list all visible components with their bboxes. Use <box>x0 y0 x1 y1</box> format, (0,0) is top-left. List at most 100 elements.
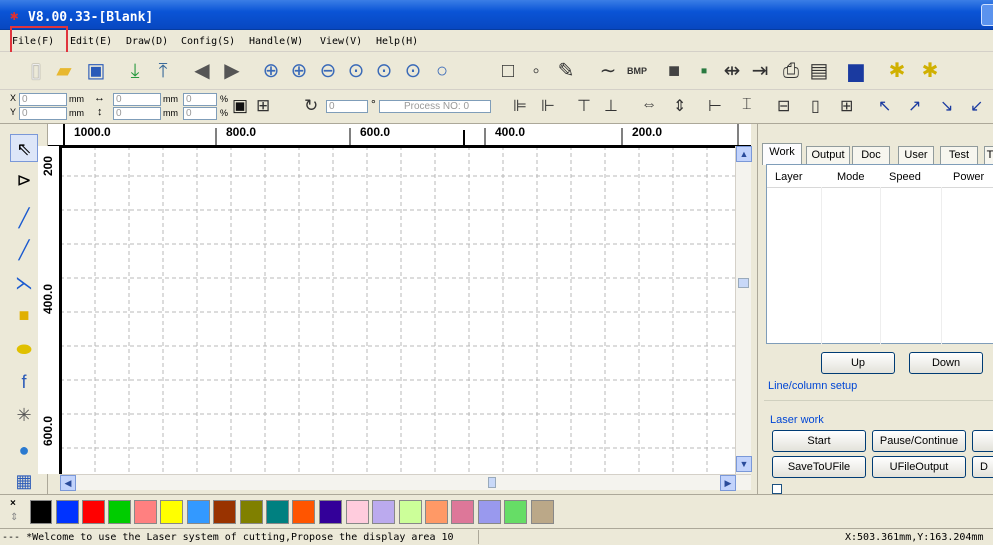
color-swatch[interactable] <box>319 500 342 524</box>
center-vertical-icon[interactable]: ⇕ <box>673 96 686 116</box>
color-swatch[interactable] <box>134 500 157 524</box>
same-width-icon[interactable]: ⊢ <box>708 96 722 116</box>
same-size-icon[interactable]: ⊟ <box>777 96 790 116</box>
node-edit-icon[interactable]: ⊳ <box>10 166 38 194</box>
line-column-setup-link[interactable]: Line/column setup <box>768 380 857 392</box>
undo-icon[interactable]: ◀ <box>190 59 214 83</box>
rectangle-icon[interactable]: ■ <box>10 301 38 329</box>
vertical-scroll-thumb[interactable] <box>738 278 749 288</box>
move-top-left-icon[interactable]: ↖ <box>878 96 891 116</box>
rectangle-select-icon[interactable]: □ <box>496 59 520 83</box>
palette-scroll-icon[interactable]: ⇕ <box>10 512 18 523</box>
center-horizontal-icon[interactable]: ⇔ <box>641 96 657 114</box>
color-swatch[interactable] <box>160 500 183 524</box>
save-to-ufile-button[interactable]: SaveToUFile <box>772 456 866 478</box>
scroll-right-icon[interactable]: ▶ <box>720 475 736 491</box>
zoom-page-icon[interactable]: ⊙ <box>344 59 368 83</box>
tab-doc[interactable]: Doc <box>852 146 890 164</box>
curve-icon[interactable]: ∼ <box>596 59 620 83</box>
menu-edit[interactable]: Edit(E) <box>70 36 112 47</box>
fill-icon[interactable]: ■ <box>662 59 686 83</box>
color-swatch[interactable] <box>240 500 263 524</box>
import-icon[interactable]: ⤓ <box>123 59 147 83</box>
align-top-icon[interactable]: ⊤ <box>577 96 591 116</box>
vertical-scrollbar[interactable]: ▲ ▼ <box>735 146 752 474</box>
color-swatch[interactable] <box>478 500 501 524</box>
option-checkbox[interactable] <box>772 484 782 494</box>
color-swatch[interactable] <box>56 500 79 524</box>
process-no-field[interactable]: Process NO: 0 <box>379 100 491 113</box>
ellipse-icon[interactable]: ⬬ <box>10 335 38 363</box>
stop-button[interactable] <box>972 430 993 452</box>
layer-table[interactable]: Layer Mode Speed Power <box>766 164 993 345</box>
up-button[interactable]: Up <box>821 352 895 374</box>
scale-y-field[interactable]: 0 <box>183 107 217 120</box>
pen-icon[interactable]: ✎ <box>554 59 578 83</box>
color-swatch[interactable] <box>82 500 105 524</box>
start-button[interactable]: Start <box>772 430 866 452</box>
color-swatch[interactable] <box>399 500 422 524</box>
capture-icon[interactable]: ● <box>10 436 38 464</box>
point-icon[interactable]: ✳ <box>10 401 38 429</box>
window-control-button[interactable] <box>981 4 993 26</box>
color-swatch[interactable] <box>213 500 236 524</box>
open-folder-icon[interactable]: ▰ <box>52 59 76 83</box>
polyline-icon[interactable]: ╱ <box>10 236 38 264</box>
ufile-output-button[interactable]: UFileOutput <box>872 456 966 478</box>
down-button[interactable]: Down <box>909 352 983 374</box>
center-align-icon[interactable]: ⊞ <box>840 96 853 116</box>
print-icon[interactable]: ⎙ <box>779 59 803 83</box>
color-swatch[interactable] <box>531 500 554 524</box>
color-swatch[interactable] <box>292 500 315 524</box>
handle-alt-icon[interactable]: ✱ <box>918 59 942 83</box>
color-swatch[interactable] <box>108 500 131 524</box>
color-swatch[interactable] <box>372 500 395 524</box>
align-right-icon[interactable]: ⊩ <box>541 96 555 116</box>
color-swatch[interactable] <box>346 500 369 524</box>
properties-icon[interactable]: ▤ <box>807 59 831 83</box>
scroll-down-icon[interactable]: ▼ <box>736 456 752 472</box>
scroll-left-icon[interactable]: ◀ <box>60 475 76 491</box>
tab-test[interactable]: Test <box>940 146 978 164</box>
menu-help[interactable]: Help(H) <box>376 36 418 47</box>
horizontal-scrollbar[interactable]: ◀ ▶ <box>60 474 751 491</box>
curve-tool-icon[interactable]: ⋋ <box>10 269 38 297</box>
bar-icon[interactable]: ▯ <box>811 96 820 116</box>
tab-more[interactable]: T <box>984 146 993 164</box>
move-bottom-right-icon[interactable]: ↘ <box>940 96 953 116</box>
align-bottom-icon[interactable]: ⊥ <box>604 96 618 116</box>
distribute-icon[interactable]: ⇹ <box>720 59 744 83</box>
zoom-selected-icon[interactable]: ⊙ <box>372 59 396 83</box>
grid-toggle-icon[interactable]: ⊞ <box>256 96 270 116</box>
menu-view[interactable]: View(V) <box>320 36 362 47</box>
save-icon[interactable]: ▣ <box>84 59 108 83</box>
move-bottom-left-icon[interactable]: ↙ <box>970 96 983 116</box>
tab-work[interactable]: Work <box>762 143 802 165</box>
export-icon[interactable]: ⤒ <box>151 59 175 83</box>
menu-handle[interactable]: Handle(W) <box>249 36 303 47</box>
redo-icon[interactable]: ▶ <box>220 59 244 83</box>
zoom-in-icon[interactable]: ⊕ <box>287 59 311 83</box>
horizontal-scroll-thumb[interactable] <box>488 477 496 488</box>
pause-continue-button[interactable]: Pause/Continue <box>872 430 966 452</box>
drawing-canvas[interactable] <box>60 146 735 474</box>
scale-x-field[interactable]: 0 <box>183 93 217 106</box>
line-icon[interactable]: ╱ <box>10 204 38 232</box>
rotate-icon[interactable]: ↻ <box>304 96 318 116</box>
color-swatch[interactable] <box>504 500 527 524</box>
monitor-icon[interactable]: ▆ <box>844 59 868 83</box>
x-position-field[interactable]: 0 <box>19 93 67 106</box>
select-arrow-icon[interactable]: ⇖ <box>10 134 38 162</box>
same-height-icon[interactable]: ⌶ <box>742 96 752 114</box>
grid-icon[interactable]: ▦ <box>10 467 38 495</box>
bmp-icon[interactable]: BMP <box>625 59 649 83</box>
zoom-out-icon[interactable]: ⊖ <box>316 59 340 83</box>
color-swatch[interactable] <box>425 500 448 524</box>
align-width-icon[interactable]: ⇥ <box>748 59 772 83</box>
array-icon[interactable]: ▪ <box>692 59 716 83</box>
align-left-icon[interactable]: ⊫ <box>513 96 527 116</box>
tab-user[interactable]: User <box>898 146 934 164</box>
node-icon[interactable]: ◦ <box>524 59 548 83</box>
move-top-right-icon[interactable]: ↗ <box>908 96 921 116</box>
text-icon[interactable]: f <box>10 368 38 396</box>
